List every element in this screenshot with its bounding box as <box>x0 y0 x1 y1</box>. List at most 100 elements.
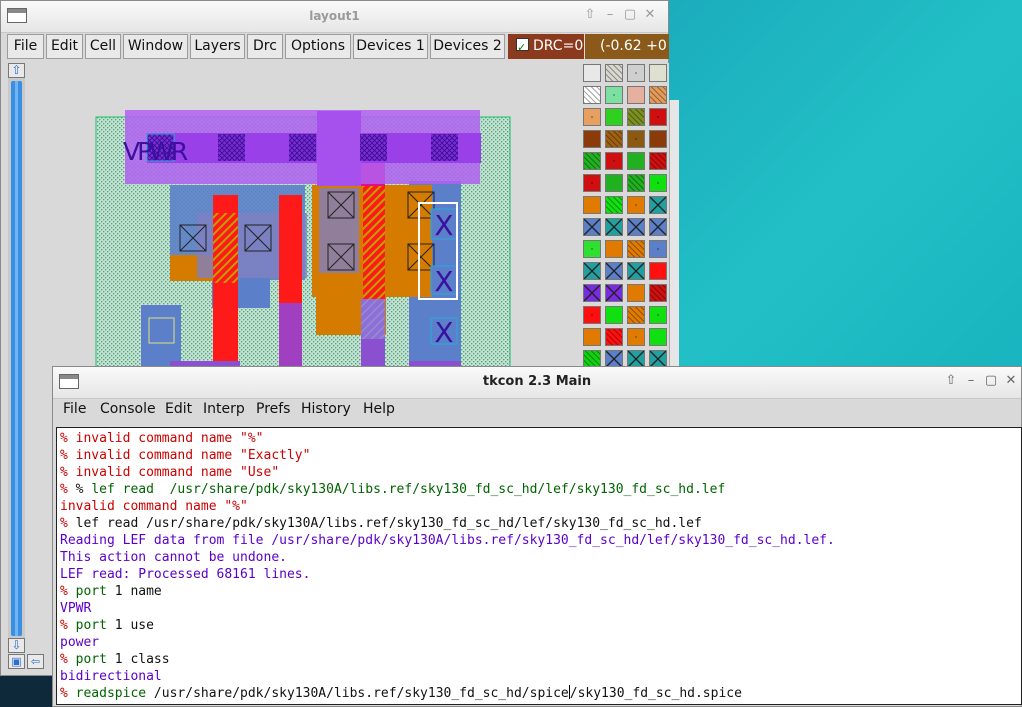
layer-swatch[interactable] <box>583 64 601 82</box>
layer-swatch[interactable] <box>583 284 601 302</box>
layer-swatch[interactable] <box>627 284 645 302</box>
layer-swatch[interactable] <box>583 86 601 104</box>
console-text: invalid command name "Use" <box>75 465 280 480</box>
layer-swatch[interactable] <box>583 108 601 126</box>
svg-text:X: X <box>434 316 453 349</box>
scroll-left-icon[interactable]: ⇦ <box>27 654 44 669</box>
tk-menu-interp[interactable]: Interp <box>203 401 245 417</box>
tkcon-titlebar[interactable]: tkcon 2.3 Main ⇧ – ▢ ✕ <box>53 367 1021 399</box>
console-line: % readspice /usr/share/pdk/sky130A/libs.… <box>60 685 742 702</box>
layer-swatch[interactable] <box>649 86 667 104</box>
layer-swatch[interactable] <box>605 284 623 302</box>
layer-swatch[interactable] <box>627 64 645 82</box>
console-line: bidirectional <box>60 668 162 685</box>
layout-window-title: layout1 <box>309 9 360 23</box>
svg-text:X: X <box>434 209 453 242</box>
drc-status-toggle[interactable]: DRC=0 <box>508 34 584 60</box>
menu-layers[interactable]: Layers <box>190 34 245 59</box>
layer-swatch[interactable] <box>605 86 623 104</box>
layer-swatch[interactable] <box>583 328 601 346</box>
minimize-icon[interactable]: – <box>600 7 620 22</box>
layer-swatch[interactable] <box>627 240 645 258</box>
menu-options[interactable]: Options <box>285 34 351 59</box>
layer-swatch[interactable] <box>605 130 623 148</box>
layer-swatch[interactable] <box>583 218 601 236</box>
layer-swatch[interactable] <box>649 240 667 258</box>
layer-swatch[interactable] <box>605 218 623 236</box>
drc-checkbox-icon[interactable] <box>516 35 529 60</box>
console-output[interactable]: % invalid command name "%"% invalid comm… <box>56 427 1022 705</box>
tk-menu-history[interactable]: History <box>301 401 351 417</box>
layer-swatch[interactable] <box>627 262 645 280</box>
zoom-box-icon[interactable]: ▣ <box>8 654 25 669</box>
tk-menu-prefs[interactable]: Prefs <box>256 401 290 417</box>
tk-menu-help[interactable]: Help <box>363 401 395 417</box>
vpwr-port-label: VPWR <box>123 137 188 166</box>
menu-edit[interactable]: Edit <box>46 34 83 59</box>
layer-swatch[interactable] <box>583 196 601 214</box>
layer-swatch[interactable] <box>649 64 667 82</box>
maximize-up-icon[interactable]: ⇧ <box>941 373 961 388</box>
menu-window[interactable]: Window <box>123 34 188 59</box>
scroll-thumb[interactable] <box>11 81 22 636</box>
close-icon[interactable]: ✕ <box>1001 373 1021 388</box>
layer-swatch[interactable] <box>649 328 667 346</box>
minimize-icon[interactable]: – <box>961 373 981 388</box>
layer-swatch[interactable] <box>583 130 601 148</box>
console-text: invalid command name "%" <box>75 431 264 446</box>
restore-icon[interactable]: ▢ <box>981 373 1001 388</box>
layer-swatch[interactable] <box>649 262 667 280</box>
layout-canvas[interactable]: X X X VPWR <box>27 63 579 368</box>
menu-devices-1[interactable]: Devices 1 <box>353 34 428 59</box>
console-prompt: % <box>60 448 76 463</box>
layer-swatch[interactable] <box>605 152 623 170</box>
layer-swatch[interactable] <box>605 174 623 192</box>
scroll-up-icon[interactable]: ⇧ <box>8 63 25 78</box>
layer-swatch[interactable] <box>649 152 667 170</box>
maximize-up-icon[interactable]: ⇧ <box>580 7 600 22</box>
layer-swatch[interactable] <box>605 240 623 258</box>
menu-cell[interactable]: Cell <box>85 34 121 59</box>
menu-drc[interactable]: Drc <box>247 34 283 59</box>
layer-swatch[interactable] <box>583 306 601 324</box>
layer-swatch[interactable] <box>605 328 623 346</box>
layer-swatch[interactable] <box>627 196 645 214</box>
layer-swatch[interactable] <box>605 108 623 126</box>
console-line: % invalid command name "%" <box>60 430 264 447</box>
console-text: lef read /usr/share/pdk/sky130A/libs.ref… <box>75 516 702 531</box>
layer-swatch[interactable] <box>583 152 601 170</box>
layer-swatch[interactable] <box>627 130 645 148</box>
layer-swatch[interactable] <box>583 262 601 280</box>
layer-swatch[interactable] <box>605 64 623 82</box>
layer-swatch[interactable] <box>583 174 601 192</box>
layout-titlebar[interactable]: layout1 ⇧ – ▢ ✕ <box>1 1 668 33</box>
menu-file[interactable]: File <box>7 34 44 59</box>
restore-icon[interactable]: ▢ <box>620 7 640 22</box>
layer-swatch[interactable] <box>649 284 667 302</box>
layer-swatch[interactable] <box>627 152 645 170</box>
tk-menu-file[interactable]: File <box>63 401 86 417</box>
close-icon[interactable]: ✕ <box>640 7 660 22</box>
menu-devices-2[interactable]: Devices 2 <box>430 34 505 59</box>
layer-swatch[interactable] <box>627 86 645 104</box>
layer-swatch[interactable] <box>627 328 645 346</box>
layer-swatch[interactable] <box>649 130 667 148</box>
tk-menu-console[interactable]: Console <box>100 401 156 417</box>
scroll-down-icon[interactable]: ⇩ <box>8 638 25 653</box>
layer-swatch[interactable] <box>649 108 667 126</box>
layer-swatch[interactable] <box>627 218 645 236</box>
layer-swatch[interactable] <box>627 174 645 192</box>
layer-swatch[interactable] <box>649 196 667 214</box>
layer-swatch[interactable] <box>649 306 667 324</box>
layer-swatch[interactable] <box>649 174 667 192</box>
layer-swatch[interactable] <box>605 262 623 280</box>
layer-swatch[interactable] <box>583 240 601 258</box>
layer-swatch[interactable] <box>627 306 645 324</box>
tk-menu-edit[interactable]: Edit <box>165 401 192 417</box>
vertical-scrollbar[interactable]: ⇧ ⇩ <box>8 63 25 653</box>
console-command-word: port <box>75 652 107 667</box>
layer-swatch[interactable] <box>605 196 623 214</box>
layer-swatch[interactable] <box>649 218 667 236</box>
layer-swatch[interactable] <box>605 306 623 324</box>
layer-swatch[interactable] <box>627 108 645 126</box>
